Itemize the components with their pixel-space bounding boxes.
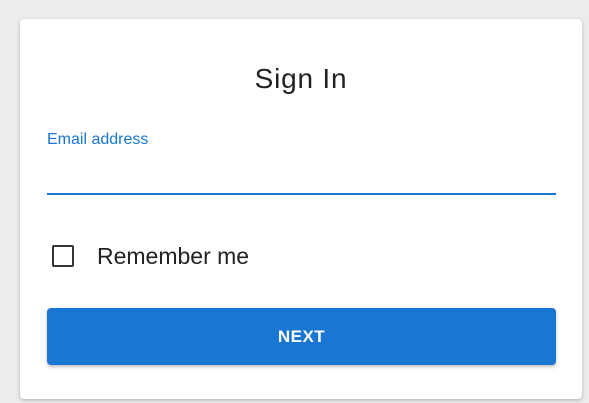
sign-in-card: Sign In Email address Remember me NEXT [20, 19, 582, 399]
next-button[interactable]: NEXT [47, 308, 556, 365]
page-title: Sign In [254, 63, 348, 94]
email-field: Email address [47, 130, 556, 196]
email-input[interactable] [47, 160, 556, 188]
email-field-label: Email address [47, 131, 149, 148]
remember-me-checkbox[interactable] [52, 245, 74, 267]
remember-me-label: Remember me [97, 243, 250, 269]
remember-me-control[interactable]: Remember me [52, 242, 249, 270]
email-field-underline [47, 193, 556, 195]
